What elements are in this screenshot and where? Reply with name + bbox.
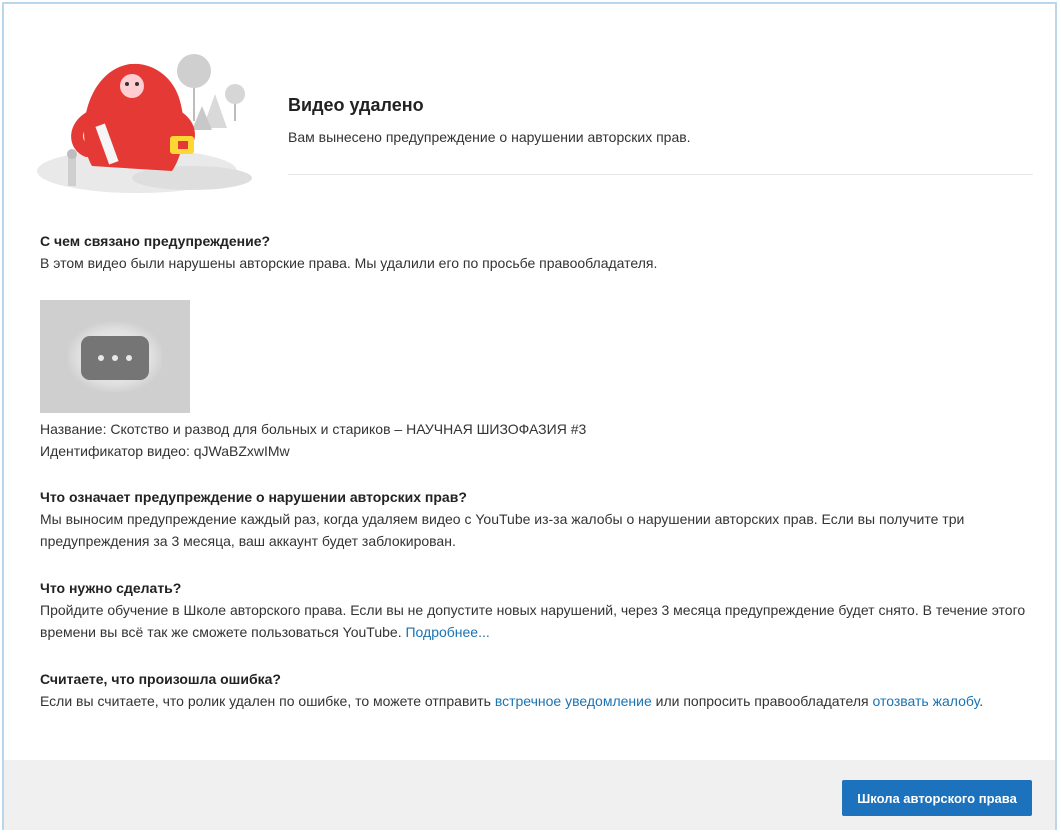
page-subtitle: Вам вынесено предупреждение о нарушении … [288,129,691,145]
reason-text: В этом видео были нарушены авторские пра… [40,255,658,271]
page-title: Видео удалено [288,95,424,115]
more-horiz-icon [81,336,149,380]
error-text-wrap: Если вы считаете, что ролик удален по ош… [40,690,1040,712]
copyright-strike-dialog: Видео удалено Вам вынесено предупреждени… [2,2,1057,830]
learn-more-link[interactable]: Подробнее... [405,624,489,640]
reason-section: С чем связано предупреждение? В этом вид… [40,230,1040,274]
video-meta: Название: Скотство и развод для больных … [40,418,586,462]
video-id: Идентификатор видео: qJWaBZxwIMw [40,443,290,459]
error-section: Считаете, что произошла ошибка? Если вы … [40,668,1040,712]
error-text-after: . [979,693,984,709]
meaning-section: Что означает предупреждение о нарушении … [40,486,1040,552]
todo-title: Что нужно сделать? [40,580,182,596]
todo-text-wrap: Пройдите обучение в Школе авторского пра… [40,599,1040,643]
error-text-middle: или попросить правообладателя [651,693,873,709]
meaning-title: Что означает предупреждение о нарушении … [40,489,467,505]
error-text-before: Если вы считаете, что ролик удален по ош… [40,693,495,709]
error-title: Считаете, что произошла ошибка? [40,671,281,687]
header: Видео удалено Вам вынесено предупреждени… [288,95,691,145]
video-thumbnail [40,300,190,413]
dialog-footer: Школа авторского права [4,760,1055,830]
mascot-illustration [37,54,252,193]
retract-claim-link[interactable]: отозвать жалобу [872,693,979,709]
todo-text: Пройдите обучение в Школе авторского пра… [40,602,1026,640]
counter-notification-link[interactable]: встречное уведомление [495,693,652,709]
copyright-school-button[interactable]: Школа авторского права [842,780,1032,816]
todo-section: Что нужно сделать? Пройдите обучение в Ш… [40,577,1040,643]
video-title: Название: Скотство и развод для больных … [40,421,587,437]
meaning-text: Мы выносим предупреждение каждый раз, ко… [40,511,965,549]
header-divider [288,174,1033,175]
reason-title: С чем связано предупреждение? [40,233,271,249]
